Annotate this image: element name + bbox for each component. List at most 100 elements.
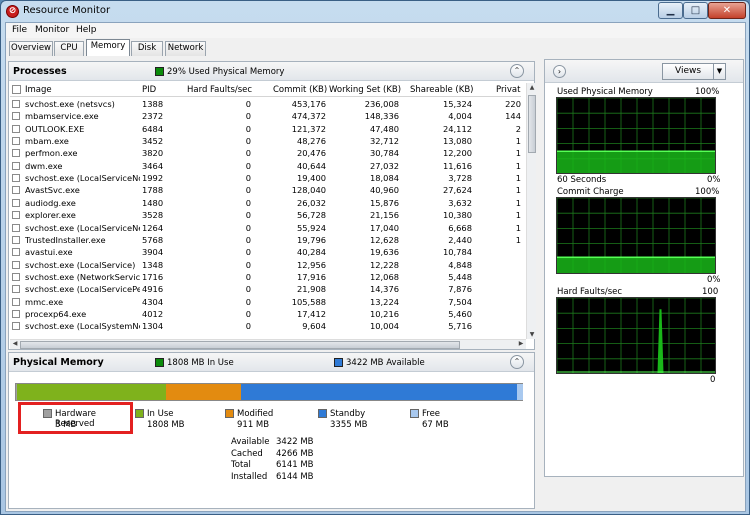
cell-commit: 121,372 [291, 123, 326, 134]
row-checkbox[interactable] [12, 161, 20, 170]
cell-commit: 40,644 [296, 160, 326, 171]
row-checkbox[interactable] [12, 137, 20, 146]
scroll-up-arrow[interactable]: ▲ [528, 84, 536, 91]
cell-commit: 40,284 [296, 247, 326, 258]
col-commit[interactable]: Commit (KB) [273, 85, 327, 95]
cell-image: svchost.exe (LocalServiceNet... [25, 222, 140, 233]
tab-network[interactable]: Network [165, 41, 206, 56]
cell-pid: 1992 [142, 173, 164, 184]
minimize-button[interactable]: ▁ [658, 2, 683, 19]
scroll-down-arrow[interactable]: ▼ [528, 331, 536, 338]
cell-hard-faults: 0 [245, 185, 251, 196]
table-row[interactable]: procexp64.exe 4012 0 17,412 10,216 5,460 [10, 308, 521, 320]
row-checkbox[interactable] [12, 223, 20, 232]
usage-area [557, 151, 715, 173]
scroll-left-arrow[interactable]: ◀ [11, 340, 19, 347]
table-row[interactable]: AvastSvc.exe 1788 0 128,040 40,960 27,624 1 [10, 184, 521, 196]
used-memory-graph [556, 97, 716, 174]
row-checkbox[interactable] [12, 149, 20, 158]
menu-monitor[interactable]: Monitor [35, 25, 69, 35]
cell-working-set: 10,216 [369, 308, 399, 319]
col-image[interactable]: Image [25, 85, 52, 95]
in-use-swatch [155, 358, 164, 367]
col-shareable[interactable]: Shareable (KB) [410, 85, 473, 95]
legend-item: Standby 3355 MB [318, 409, 408, 433]
tab-memory[interactable]: Memory [86, 39, 130, 56]
table-row[interactable]: TrustedInstaller.exe 5768 0 19,796 12,628 2,4… [10, 234, 521, 246]
tab-cpu[interactable]: CPU [54, 41, 84, 56]
cell-working-set: 14,376 [369, 284, 399, 295]
table-row[interactable]: svchost.exe (LocalService) 1348 0 12,956 12,… [10, 259, 521, 271]
views-dropdown[interactable]: Views ▼ [662, 63, 726, 80]
table-row[interactable]: svchost.exe (netsvcs) 1388 0 453,176 236,008… [10, 98, 521, 110]
collapse-physical-memory-button[interactable]: ⌃ [510, 355, 524, 369]
table-row[interactable]: explorer.exe 3528 0 56,728 21,156 10,380 1 [10, 209, 521, 221]
collapse-processes-button[interactable]: ⌃ [510, 64, 524, 78]
cell-working-set: 236,008 [364, 99, 399, 109]
row-checkbox[interactable] [12, 248, 20, 257]
row-checkbox[interactable] [12, 235, 20, 244]
row-checkbox[interactable] [12, 211, 20, 220]
processes-table: Image PID Hard Faults/sec Commit (KB) Wo… [10, 83, 521, 338]
maximize-button[interactable]: □ [683, 2, 708, 19]
col-pid[interactable]: PID [142, 85, 156, 95]
graph-canvas [557, 298, 715, 373]
table-row[interactable]: svchost.exe (LocalServicePee...4916 0 21,9… [10, 283, 521, 295]
resource-monitor-icon: ⊘ [6, 5, 19, 18]
table-row[interactable]: mbamservice.exe 2372 0 474,372 148,336 4,004 1… [10, 110, 521, 122]
cell-private: 220 [505, 99, 521, 109]
cell-image: perfmon.exe [25, 148, 78, 159]
chevron-right-icon[interactable]: › [553, 65, 566, 78]
row-checkbox[interactable] [12, 272, 20, 281]
row-checkbox[interactable] [12, 322, 20, 331]
row-checkbox[interactable] [12, 124, 20, 133]
row-checkbox[interactable] [12, 174, 20, 183]
row-checkbox[interactable] [12, 198, 20, 207]
row-checkbox[interactable] [12, 186, 20, 195]
memory-segment-standby [240, 384, 518, 400]
physical-memory-header[interactable]: Physical Memory 1808 MB In Use 3422 MB A… [9, 353, 534, 372]
table-row[interactable]: svchost.exe (LocalSystemNet...1304 0 9,604… [10, 320, 521, 332]
hardware-reserved-highlight [18, 402, 133, 434]
table-row[interactable]: svchost.exe (LocalServiceNo... 1992 0 19,40… [10, 172, 521, 184]
table-row[interactable]: OUTLOOK.EXE 6484 0 121,372 47,480 24,112 2 [10, 123, 521, 135]
row-checkbox[interactable] [12, 309, 20, 318]
cell-commit: 12,956 [296, 259, 326, 270]
select-all-checkbox[interactable] [12, 85, 21, 94]
horizontal-scroll-thumb[interactable] [20, 341, 460, 349]
used-memory-status: 29% Used Physical Memory [155, 67, 284, 77]
table-row[interactable]: avastui.exe 3904 0 40,284 19,636 10,784 [10, 246, 521, 258]
row-checkbox[interactable] [12, 260, 20, 269]
close-button[interactable]: ✕ [708, 2, 746, 19]
table-row[interactable]: dwm.exe 3464 0 40,644 27,032 11,616 1 [10, 160, 521, 172]
cell-commit: 105,588 [291, 296, 326, 307]
tab-disk[interactable]: Disk [131, 41, 163, 56]
horizontal-scrollbar[interactable]: ◀ ▶ [10, 339, 526, 349]
vertical-scroll-thumb[interactable] [528, 95, 536, 153]
cell-commit: 17,412 [296, 308, 326, 319]
table-row[interactable]: svchost.exe (LocalServiceNet...1264 0 55,9… [10, 222, 521, 234]
col-private[interactable]: Privat [496, 85, 520, 95]
tab-overview[interactable]: Overview [9, 41, 53, 56]
table-row[interactable]: perfmon.exe 3820 0 20,476 30,784 12,200 1 [10, 147, 521, 159]
row-checkbox[interactable] [12, 297, 20, 306]
row-checkbox[interactable] [12, 112, 20, 121]
table-row[interactable]: audiodg.exe 1480 0 26,032 15,876 3,632 1 [10, 197, 521, 209]
cell-hard-faults: 0 [245, 271, 251, 282]
row-checkbox[interactable] [12, 100, 20, 108]
col-hard-faults[interactable]: Hard Faults/sec [187, 85, 252, 95]
chevron-down-icon[interactable]: ▼ [713, 64, 725, 79]
table-row[interactable]: mbam.exe 3452 0 48,276 32,712 13,080 1 [10, 135, 521, 147]
vertical-scrollbar[interactable]: ▲ ▼ [526, 83, 536, 339]
col-working-set[interactable]: Working Set (KB) [329, 85, 401, 95]
processes-header[interactable]: Processes 29% Used Physical Memory ⌃ [9, 62, 534, 81]
table-row[interactable]: svchost.exe (NetworkService) 1716 0 17,916 1… [10, 271, 521, 283]
cell-commit: 20,476 [296, 148, 326, 159]
table-row[interactable]: mmc.exe 4304 0 105,588 13,224 7,504 [10, 296, 521, 308]
graph-used-memory-title: Used Physical Memory [557, 87, 653, 97]
scroll-right-arrow[interactable]: ▶ [517, 340, 525, 347]
cell-commit: 26,032 [296, 197, 326, 208]
row-checkbox[interactable] [12, 285, 20, 294]
menu-help[interactable]: Help [76, 25, 97, 35]
menu-file[interactable]: File [12, 25, 27, 35]
